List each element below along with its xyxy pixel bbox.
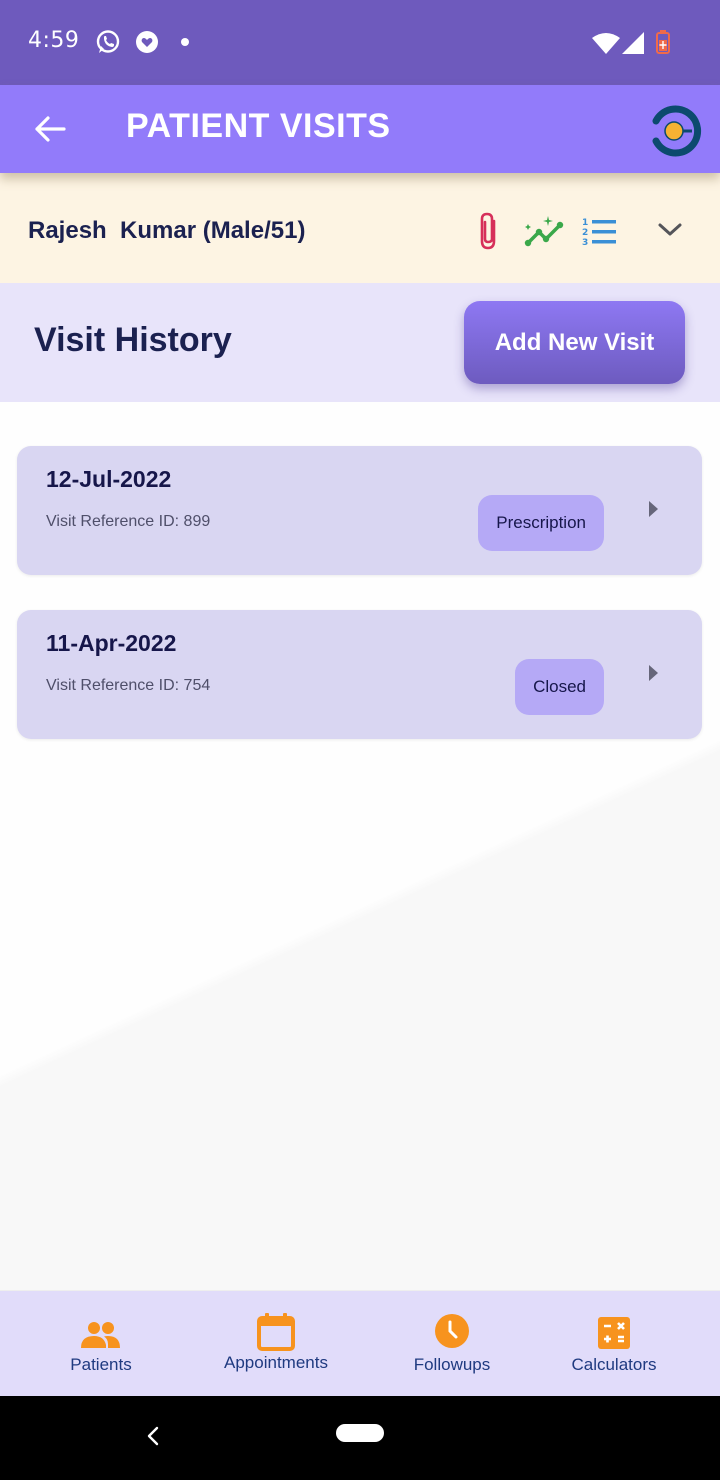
patient-name: Rajesh Kumar (Male/51) xyxy=(28,217,306,244)
heart-notification-icon xyxy=(136,31,158,53)
clock-icon xyxy=(434,1314,470,1349)
home-pill[interactable] xyxy=(336,1424,384,1442)
trend-sparkle-icon[interactable] xyxy=(524,215,566,253)
visit-status-badge[interactable]: Closed xyxy=(515,659,604,715)
app-bar: PATIENT VISITS xyxy=(0,85,720,173)
signal-icon xyxy=(622,32,644,58)
chevron-down-icon[interactable] xyxy=(656,221,684,243)
calculator-icon xyxy=(598,1315,630,1349)
system-navigation-bar xyxy=(0,1396,720,1480)
wifi-icon xyxy=(592,32,620,58)
visit-status-badge[interactable]: Prescription xyxy=(478,495,604,551)
calendar-icon xyxy=(257,1313,295,1351)
nav-label: Appointments xyxy=(224,1353,328,1372)
nav-item-calculators[interactable]: Calculators xyxy=(558,1291,670,1397)
back-button[interactable] xyxy=(30,111,70,147)
numbered-list-icon[interactable]: 123 xyxy=(582,217,618,251)
nav-item-appointments[interactable]: Appointments xyxy=(210,1291,342,1397)
visit-list: 12-Jul-2022 Visit Reference ID: 899 Pres… xyxy=(17,446,702,774)
visit-reference-id: Visit Reference ID: 754 xyxy=(46,677,211,694)
system-back-icon[interactable] xyxy=(146,1426,160,1450)
app-logo-icon[interactable] xyxy=(646,103,702,159)
status-bar: 4:59 xyxy=(0,0,720,85)
add-new-visit-button[interactable]: Add New Visit xyxy=(464,301,685,384)
caret-right-icon[interactable] xyxy=(649,501,658,517)
nav-item-followups[interactable]: Followups xyxy=(400,1291,504,1397)
caret-right-icon[interactable] xyxy=(649,665,658,681)
nav-label: Patients xyxy=(70,1355,132,1374)
paperclip-icon[interactable] xyxy=(474,211,504,255)
visit-reference-id: Visit Reference ID: 899 xyxy=(46,513,211,530)
visit-card[interactable]: 11-Apr-2022 Visit Reference ID: 754 Clos… xyxy=(17,610,702,739)
people-icon xyxy=(80,1315,122,1349)
svg-text:1: 1 xyxy=(582,218,588,228)
nav-label: Followups xyxy=(413,1355,491,1374)
whatsapp-icon xyxy=(95,29,121,59)
battery-charging-icon xyxy=(656,30,670,58)
svg-text:2: 2 xyxy=(582,228,588,238)
svg-text:3: 3 xyxy=(582,238,588,247)
bottom-navigation: Patients Appointments Followups Calculat… xyxy=(0,1290,720,1396)
visit-card[interactable]: 12-Jul-2022 Visit Reference ID: 899 Pres… xyxy=(17,446,702,575)
patient-info-bar: Rajesh Kumar (Male/51) 123 xyxy=(0,173,720,283)
nav-label: Calculators xyxy=(571,1355,657,1374)
visit-date: 12-Jul-2022 xyxy=(46,466,172,492)
visit-date: 11-Apr-2022 xyxy=(46,630,177,656)
visit-history-header: Visit History Add New Visit xyxy=(0,283,720,402)
status-time: 4:59 xyxy=(28,28,80,53)
page-title: PATIENT VISITS xyxy=(126,107,391,145)
notification-dot-icon xyxy=(181,38,189,46)
section-title: Visit History xyxy=(34,321,232,359)
nav-item-patients[interactable]: Patients xyxy=(50,1291,152,1397)
arrow-left-icon xyxy=(35,116,66,142)
